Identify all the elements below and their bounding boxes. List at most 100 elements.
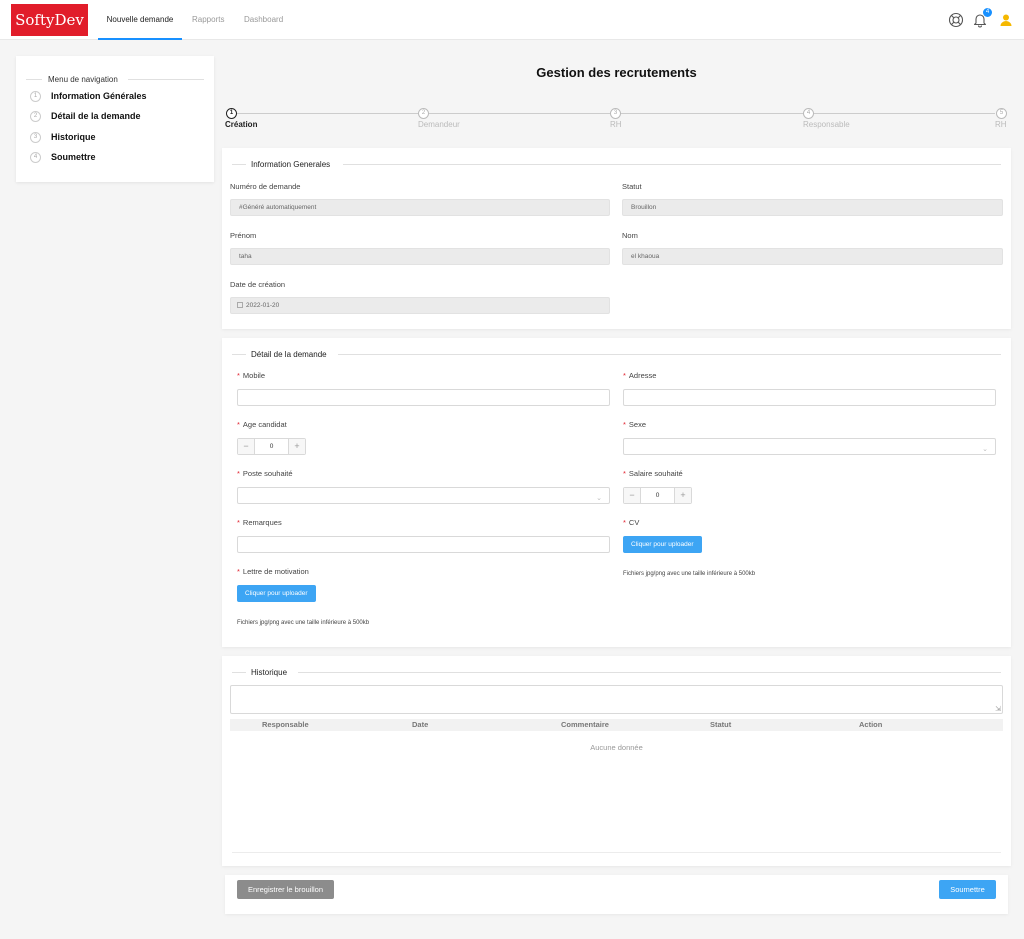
divider (232, 354, 246, 355)
salaire-label: * Salaire souhaité (623, 469, 683, 478)
mobile-label: * Mobile (237, 371, 265, 380)
user-icon[interactable] (998, 12, 1014, 28)
date-value: 2022-01-20 (246, 302, 280, 309)
poste-label: * Poste souhaité (237, 469, 293, 478)
remarques-label: * Remarques (237, 518, 282, 527)
notification-badge: 4 (983, 8, 992, 17)
navigation-sidebar: Menu de navigation 1 Information Général… (16, 56, 214, 182)
increment-button[interactable]: + (674, 488, 691, 503)
information-generales-card: Information Generales Numéro de demande … (222, 148, 1011, 329)
divider (232, 672, 246, 673)
step-label: Création (225, 120, 258, 129)
salaire-stepper[interactable]: − 0 + (623, 487, 692, 504)
poste-label-text: Poste souhaité (242, 469, 293, 478)
column-commentaire[interactable]: Commentaire (561, 719, 609, 731)
cv-label: * CV (623, 518, 639, 527)
nom-label: Nom (622, 231, 638, 240)
divider (232, 164, 246, 165)
age-label: * Age candidat (237, 420, 287, 429)
sidebar-item-historique[interactable]: 3 Historique (30, 132, 210, 146)
sexe-select[interactable]: ⌄ (623, 438, 996, 455)
nom-field[interactable]: el khaoua (622, 248, 1003, 265)
age-value[interactable]: 0 (255, 439, 288, 454)
step-label: RH (995, 120, 1007, 129)
section-legend: Détail de la demande (251, 350, 327, 359)
divider (343, 164, 1001, 165)
statut-field[interactable]: Brouillon (622, 199, 1003, 216)
divider (338, 354, 1001, 355)
date-label: Date de création (230, 280, 286, 289)
step-number: 4 (803, 108, 814, 119)
adresse-input[interactable] (623, 389, 996, 406)
mobile-label-text: Mobile (242, 371, 266, 380)
cv-upload-button[interactable]: Cliquer pour uploader (623, 536, 702, 553)
page-title: Gestion des recrutements (536, 65, 697, 80)
sidebar-item-label: Soumettre (51, 152, 96, 162)
step-number: 1 (30, 91, 41, 102)
step-label: RH (610, 120, 622, 129)
step-number: 4 (30, 152, 41, 163)
calendar-icon (237, 302, 243, 308)
lettre-label: * Lettre de motivation (237, 567, 309, 576)
required-mark: * (237, 371, 240, 380)
age-stepper[interactable]: − 0 + (237, 438, 306, 455)
sidebar-item-label: Information Générales (51, 91, 147, 101)
step-number: 3 (610, 108, 621, 119)
numero-label: Numéro de demande (230, 182, 301, 191)
tab-nouvelle-demande[interactable]: Nouvelle demande (98, 0, 182, 40)
numero-field[interactable]: #Généré automatiquement (230, 199, 610, 216)
prenom-field[interactable]: taha (230, 248, 610, 265)
sidebar-item-label: Détail de la demande (51, 111, 141, 121)
lifebuoy-icon[interactable] (948, 12, 964, 28)
poste-select[interactable]: ⌄ (237, 487, 610, 504)
step-label: Demandeur (418, 120, 460, 129)
sexe-label-text: Sexe (628, 420, 647, 429)
action-footer: Enregistrer le brouillon Soumettre (225, 875, 1008, 914)
resize-handle-icon[interactable]: ⇲ (995, 705, 1001, 713)
chevron-down-icon: ⌄ (982, 446, 988, 453)
sidebar-item-detail-demande[interactable]: 2 Détail de la demande (30, 111, 210, 125)
column-action[interactable]: Action (859, 719, 882, 731)
salaire-value[interactable]: 0 (641, 488, 674, 503)
required-mark: * (623, 371, 626, 380)
step-number: 2 (30, 111, 41, 122)
historique-comment-textarea[interactable]: ⇲ (230, 685, 1003, 714)
lettre-upload-button[interactable]: Cliquer pour uploader (237, 585, 316, 602)
historique-card: Historique ⇲ Responsable Date Commentair… (222, 656, 1011, 866)
increment-button[interactable]: + (288, 439, 305, 454)
statut-label: Statut (622, 182, 642, 191)
remarques-label-text: Remarques (242, 518, 282, 527)
sidebar-item-label: Historique (51, 132, 96, 142)
salaire-label-text: Salaire souhaité (628, 469, 683, 478)
column-date[interactable]: Date (412, 719, 428, 731)
historique-table-header: Responsable Date Commentaire Statut Acti… (230, 719, 1003, 731)
section-legend: Information Generales (251, 160, 331, 169)
tab-rapports[interactable]: Rapports (192, 0, 224, 40)
mobile-input[interactable] (237, 389, 610, 406)
section-legend: Historique (251, 668, 288, 677)
required-mark: * (237, 420, 240, 429)
sidebar-item-soumettre[interactable]: 4 Soumettre (30, 152, 210, 166)
age-label-text: Age candidat (242, 420, 287, 429)
column-responsable[interactable]: Responsable (262, 719, 309, 731)
decrement-button[interactable]: − (238, 439, 255, 454)
step-label: Responsable (803, 120, 850, 129)
required-mark: * (623, 420, 626, 429)
tab-dashboard[interactable]: Dashboard (244, 0, 283, 40)
sidebar-item-information-generales[interactable]: 1 Information Générales (30, 91, 210, 105)
remarques-input[interactable] (237, 536, 610, 553)
date-field[interactable]: 2022-01-20 (230, 297, 610, 314)
divider (232, 852, 1001, 853)
required-mark: * (623, 469, 626, 478)
softydev-logo[interactable]: SoftyDev (11, 4, 88, 36)
required-mark: * (623, 518, 626, 527)
adresse-label: * Adresse (623, 371, 656, 380)
submit-button[interactable]: Soumettre (939, 880, 996, 899)
divider (128, 79, 204, 80)
required-mark: * (237, 469, 240, 478)
column-statut[interactable]: Statut (710, 719, 731, 731)
lettre-label-text: Lettre de motivation (242, 567, 309, 576)
decrement-button[interactable]: − (624, 488, 641, 503)
lettre-upload-hint: Fichiers jpg/png avec une taille inférie… (237, 620, 370, 626)
save-draft-button[interactable]: Enregistrer le brouillon (237, 880, 334, 899)
